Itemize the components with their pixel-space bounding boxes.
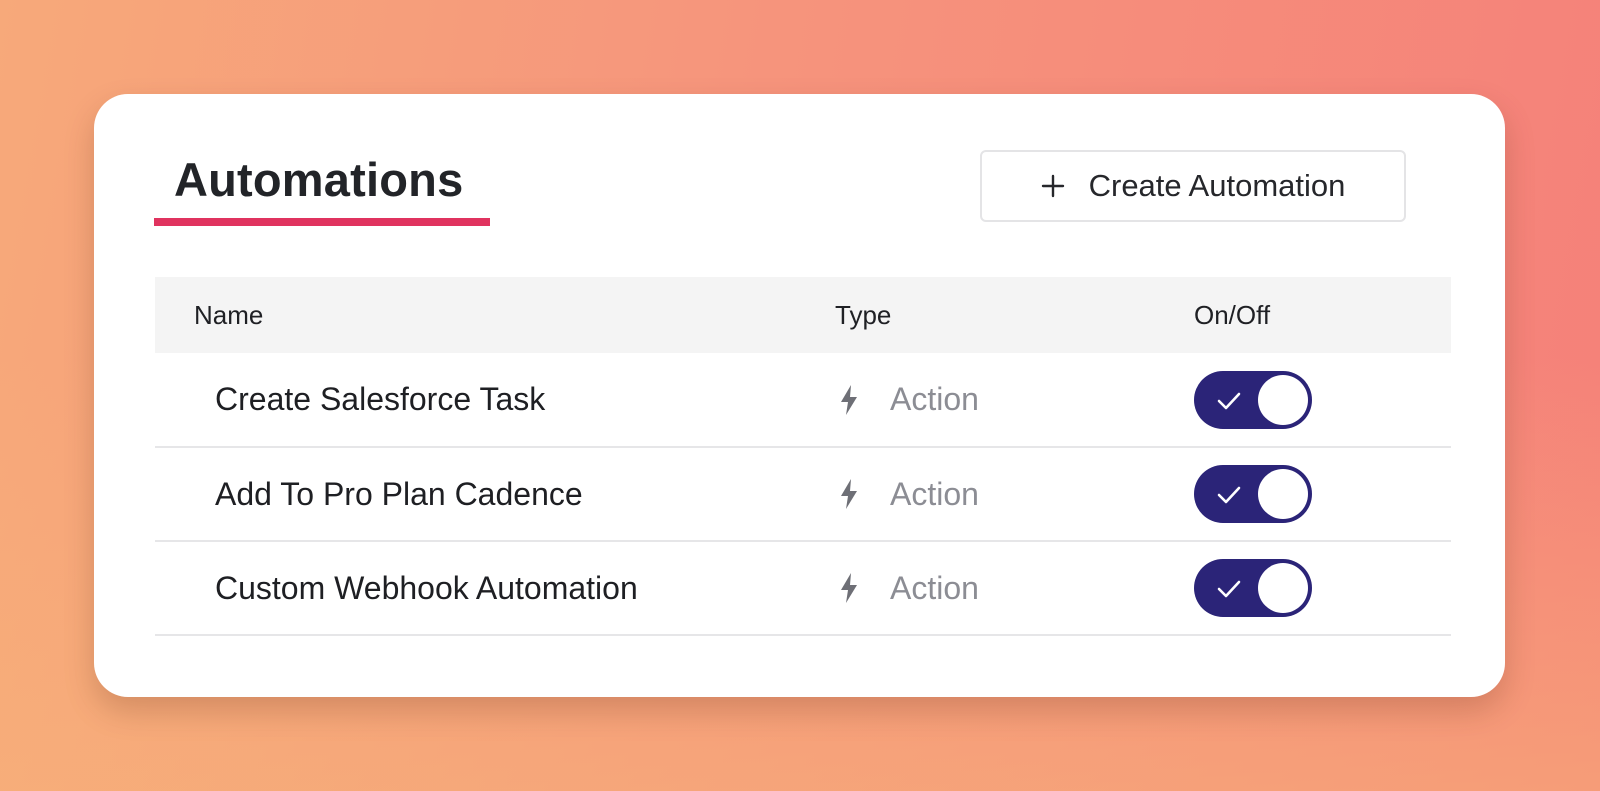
table-header: Name Type On/Off	[155, 277, 1451, 353]
automation-type: Action	[838, 448, 979, 540]
enabled-toggle[interactable]	[1194, 370, 1312, 429]
page-title: Automations	[174, 153, 464, 206]
table-row[interactable]: Create Salesforce Task Action	[155, 353, 1451, 448]
automation-name[interactable]: Create Salesforce Task	[215, 353, 545, 446]
bolt-icon	[841, 573, 857, 603]
toggle-knob	[1258, 563, 1308, 613]
plus-icon	[1041, 174, 1064, 198]
check-icon	[1217, 486, 1241, 504]
title-tab[interactable]: Automations	[154, 152, 490, 226]
automation-name[interactable]: Custom Webhook Automation	[215, 542, 638, 634]
type-label: Action	[890, 569, 979, 606]
toggle-knob	[1258, 469, 1308, 519]
table-row[interactable]: Add To Pro Plan Cadence Action	[155, 448, 1451, 542]
create-automation-label: Create Automation	[1088, 168, 1346, 203]
toggle-knob	[1258, 374, 1308, 425]
type-label: Action	[890, 475, 979, 512]
bolt-icon	[841, 384, 857, 415]
automation-type: Action	[838, 542, 979, 634]
check-icon	[1217, 392, 1241, 409]
column-header-name[interactable]: Name	[194, 277, 263, 353]
enabled-toggle[interactable]	[1194, 465, 1312, 523]
column-header-type[interactable]: Type	[835, 277, 891, 353]
check-icon	[1217, 580, 1241, 598]
type-label: Action	[890, 381, 979, 417]
enabled-toggle[interactable]	[1194, 559, 1312, 617]
table-row[interactable]: Custom Webhook Automation Action	[155, 542, 1451, 636]
active-tab-underline	[154, 218, 490, 226]
automations-card: Automations Create Automation Name Type …	[94, 94, 1505, 697]
create-automation-button[interactable]: Create Automation	[980, 150, 1406, 222]
automation-name[interactable]: Add To Pro Plan Cadence	[215, 448, 583, 540]
automation-type: Action	[838, 353, 979, 446]
bolt-icon	[841, 479, 857, 509]
automations-table: Name Type On/Off Create Salesforce Task …	[155, 277, 1451, 636]
column-header-on-off[interactable]: On/Off	[1194, 277, 1270, 353]
